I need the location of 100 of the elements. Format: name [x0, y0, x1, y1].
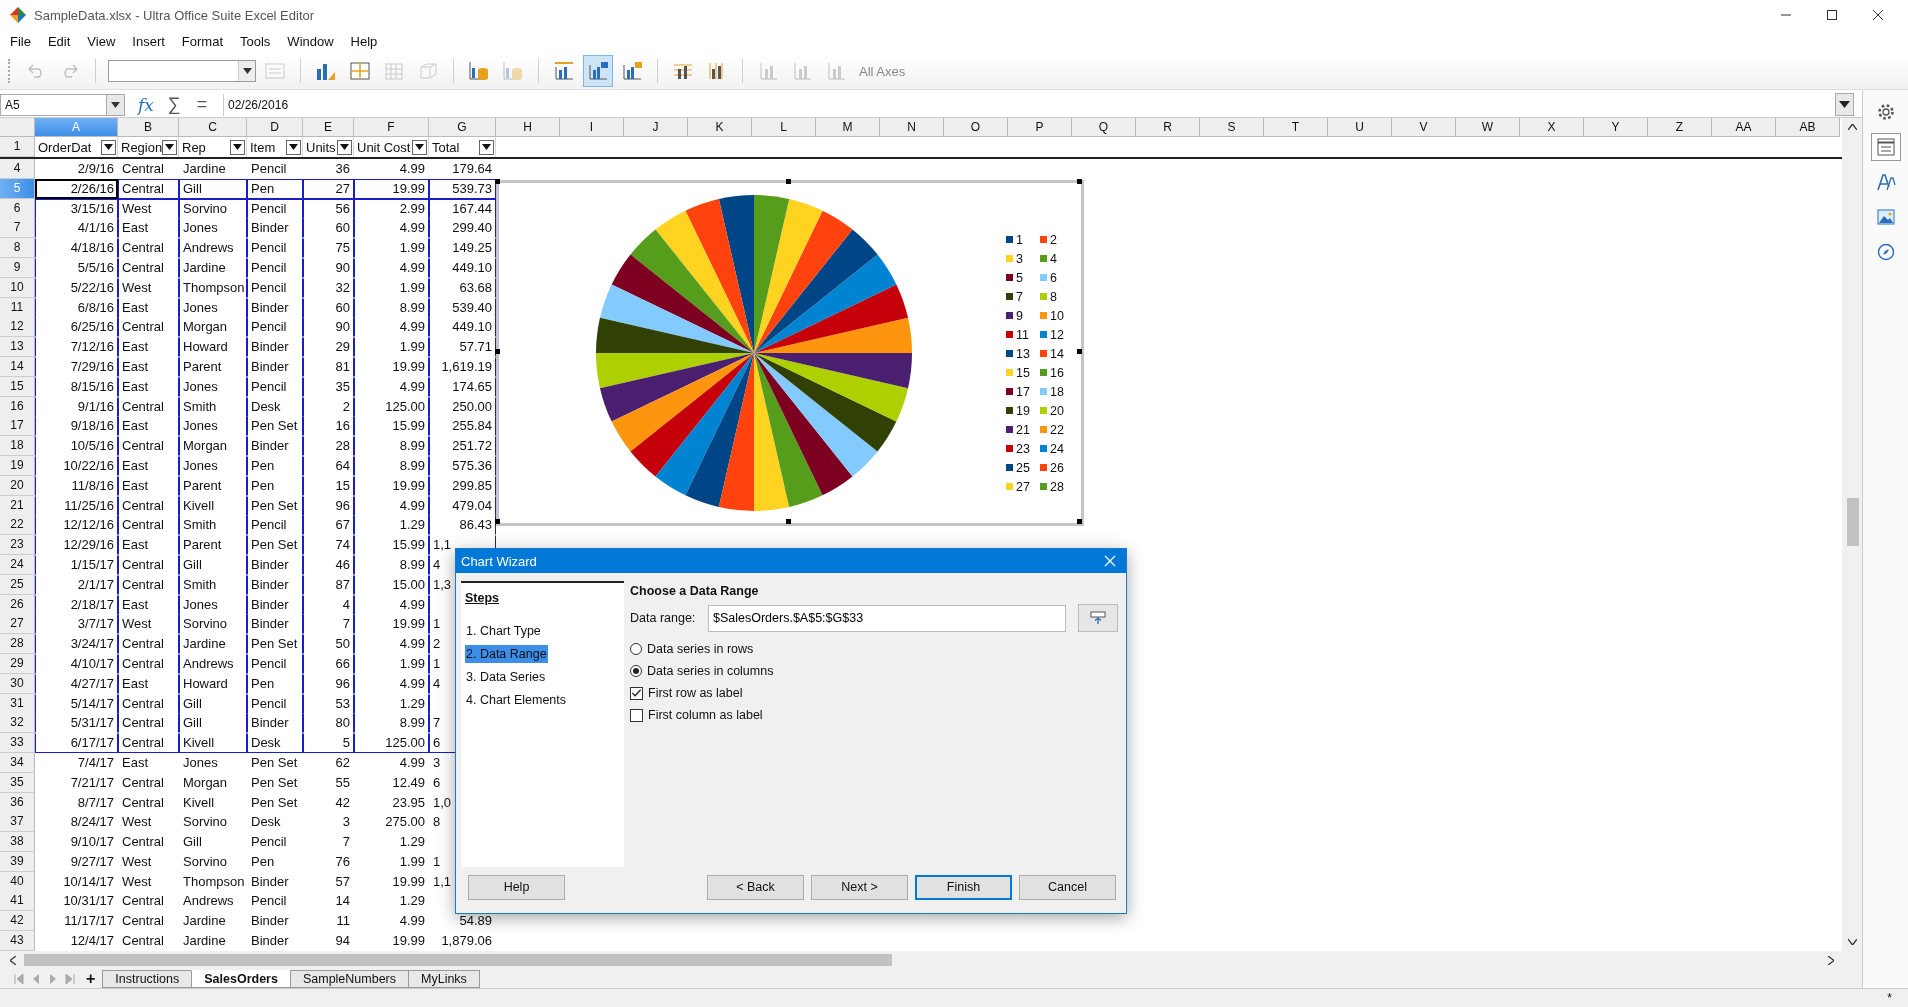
checkbox[interactable] [630, 686, 643, 700]
last-sheet-icon[interactable] [65, 973, 75, 984]
row-header[interactable]: 4 [0, 159, 35, 179]
sheet-tab[interactable]: SampleNumbers [289, 969, 410, 988]
row-header[interactable]: 10 [0, 277, 35, 298]
resize-handle[interactable] [495, 349, 500, 354]
column-header[interactable]: N [880, 118, 944, 137]
sheet-tab[interactable]: SalesOrders [191, 969, 291, 988]
dialog-button[interactable]: < Back [707, 874, 804, 900]
horizontal-scrollbar[interactable] [0, 951, 1862, 969]
column-header[interactable]: D [247, 118, 303, 137]
column-header[interactable]: Q [1072, 118, 1136, 137]
row-header[interactable]: 33 [0, 733, 35, 754]
sheet-tab[interactable]: Instructions [102, 969, 193, 988]
column-header[interactable]: B [118, 118, 179, 137]
row-header[interactable]: 1 [0, 137, 35, 157]
close-icon[interactable] [1872, 9, 1884, 21]
row-header[interactable]: 6 [0, 198, 35, 219]
menu-item[interactable]: Tools [239, 32, 272, 51]
row-header[interactable]: 42 [0, 911, 35, 932]
row-header[interactable]: 20 [0, 475, 35, 496]
menu-item[interactable]: Window [286, 32, 335, 51]
column-header[interactable]: W [1456, 118, 1520, 137]
column-header[interactable]: Z [1648, 118, 1712, 137]
column-header[interactable]: R [1136, 118, 1200, 137]
column-header[interactable]: V [1392, 118, 1456, 137]
column-header[interactable]: U [1328, 118, 1392, 137]
formula-input[interactable]: 02/26/2016 [223, 93, 1833, 116]
filter-button[interactable] [230, 139, 245, 155]
filter-button[interactable] [337, 139, 352, 155]
column-header[interactable]: O [944, 118, 1008, 137]
column-header[interactable]: X [1520, 118, 1584, 137]
dialog-button[interactable]: Cancel [1019, 874, 1116, 900]
row-header[interactable]: 16 [0, 396, 35, 417]
step-item[interactable]: 2. Data Range [465, 645, 548, 663]
menu-item[interactable]: View [86, 32, 117, 51]
row-header[interactable]: 22 [0, 515, 35, 536]
vertical-scrollbar[interactable] [1842, 118, 1862, 951]
row-header[interactable]: 26 [0, 594, 35, 615]
formula-button[interactable]: fx [133, 93, 159, 116]
toolbar-button[interactable] [583, 55, 613, 87]
row-header[interactable]: 43 [0, 931, 35, 951]
column-header[interactable]: L [752, 118, 816, 137]
column-header[interactable]: G [429, 118, 496, 137]
next-sheet-icon[interactable] [48, 973, 58, 984]
menu-item[interactable]: Insert [131, 32, 166, 51]
column-header[interactable]: M [816, 118, 880, 137]
row-header[interactable]: 9 [0, 258, 35, 278]
radio-button[interactable] [630, 665, 642, 677]
column-header[interactable]: F [354, 118, 429, 137]
first-sheet-icon[interactable] [14, 973, 24, 984]
row-header[interactable]: 29 [0, 653, 35, 674]
resize-handle[interactable] [1077, 349, 1082, 354]
column-header[interactable]: C [179, 118, 247, 137]
data-range-field[interactable]: $SalesOrders.$A$5:$G$33 [708, 604, 1066, 632]
row-header[interactable]: 38 [0, 832, 35, 853]
row-header[interactable]: 36 [0, 792, 35, 813]
row-header[interactable]: 19 [0, 455, 35, 476]
row-header[interactable]: 40 [0, 871, 35, 892]
maximize-icon[interactable] [1826, 9, 1838, 21]
scroll-thumb[interactable] [24, 954, 892, 966]
row-header[interactable]: 7 [0, 218, 35, 239]
row-header[interactable]: 37 [0, 812, 35, 833]
step-item[interactable]: 4. Chart Elements [465, 691, 568, 709]
row-header[interactable]: 34 [0, 752, 35, 773]
resize-handle[interactable] [495, 179, 500, 184]
resize-handle[interactable] [495, 519, 500, 524]
row-header[interactable]: 17 [0, 416, 35, 437]
row-header[interactable]: 32 [0, 713, 35, 734]
column-header[interactable]: AB [1776, 118, 1840, 137]
column-header[interactable]: P [1008, 118, 1072, 137]
row-header[interactable]: 41 [0, 891, 35, 912]
add-sheet-button[interactable]: + [82, 970, 104, 987]
column-header[interactable]: Y [1584, 118, 1648, 137]
menu-item[interactable]: Edit [46, 32, 72, 51]
row-header[interactable]: 39 [0, 851, 35, 872]
chart-frame[interactable]: 1 2 3 4 5 6 7 8 9 10 11 12 13 14 15 16 17 18 19 20 21 22 23 24 25 26 27 28 [496, 180, 1084, 526]
select-range-button[interactable] [1078, 604, 1118, 632]
filter-button[interactable] [162, 139, 178, 155]
menu-item[interactable]: Help [349, 32, 379, 51]
dialog-button[interactable]: Finish [915, 874, 1012, 900]
row-header[interactable]: 14 [0, 356, 35, 377]
scroll-left-icon[interactable] [10, 955, 16, 965]
resize-handle[interactable] [786, 179, 791, 184]
row-header[interactable]: 18 [0, 436, 35, 457]
row-header[interactable]: 8 [0, 238, 35, 259]
sidebar-button[interactable] [1870, 133, 1901, 161]
row-header[interactable]: 35 [0, 772, 35, 793]
column-header[interactable]: E [303, 118, 354, 137]
menu-item[interactable]: File [9, 32, 32, 51]
scroll-up-icon[interactable] [1847, 124, 1857, 130]
help-button[interactable]: Help [468, 874, 565, 900]
row-header[interactable]: 28 [0, 634, 35, 655]
row-header[interactable]: 31 [0, 693, 35, 714]
checkbox[interactable] [630, 708, 643, 722]
row-header[interactable]: 11 [0, 297, 35, 318]
column-header[interactable]: AA [1712, 118, 1776, 137]
row-header[interactable]: 30 [0, 673, 35, 694]
formula-button[interactable]: = [189, 93, 215, 116]
row-header[interactable]: 12 [0, 317, 35, 338]
